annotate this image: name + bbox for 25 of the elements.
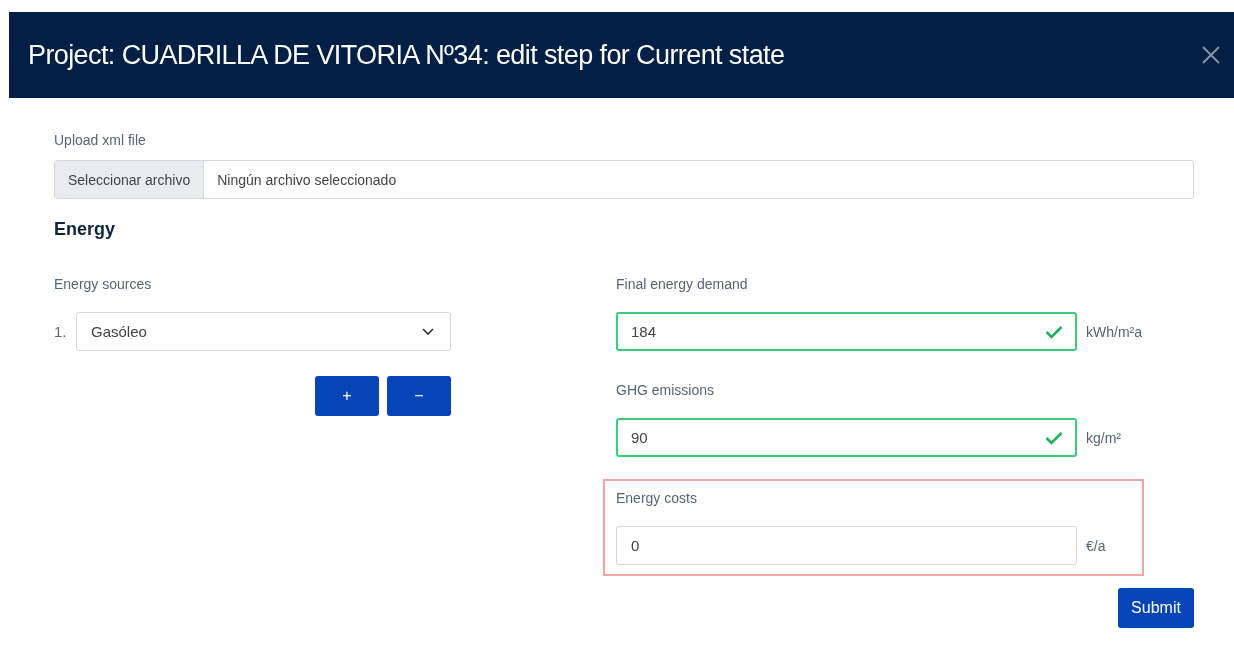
check-icon (1045, 430, 1063, 445)
list-number: 1. (54, 323, 68, 340)
choose-file-button[interactable]: Seleccionar archivo (55, 161, 205, 198)
upload-label: Upload xml file (54, 132, 147, 148)
chevron-down-icon (422, 327, 434, 336)
field-label: Final energy demand (616, 276, 749, 292)
modal-title: Project: CUADRILLA DE VITORIA Nº34: edit step for Current state (28, 39, 785, 71)
section-heading: Energy (54, 219, 117, 240)
check-icon (1045, 324, 1063, 339)
unit-label: kWh/m²a (1086, 323, 1142, 340)
input-field[interactable]: 184 (616, 312, 1077, 351)
unit-label: kg/m² (1086, 429, 1121, 446)
energy-sources-label: Energy sources (54, 276, 153, 292)
add-button[interactable]: + (315, 376, 379, 416)
field-label: Energy costs (616, 490, 698, 506)
field-label: GHG emissions (616, 382, 716, 398)
file-input[interactable]: Seleccionar archivo Ningún archivo seleccionado (54, 160, 1194, 199)
unit-label: €/a (1086, 537, 1106, 554)
remove-button[interactable]: − (387, 376, 451, 416)
input-field[interactable]: 0 (616, 526, 1077, 565)
input-field[interactable]: 90 (616, 418, 1077, 457)
source-dropdown[interactable]: Gasóleo (76, 312, 451, 351)
submit-button[interactable]: Submit (1118, 588, 1194, 628)
close-icon[interactable] (1201, 45, 1221, 65)
file-status: Ningún archivo seleccionado (216, 170, 398, 190)
